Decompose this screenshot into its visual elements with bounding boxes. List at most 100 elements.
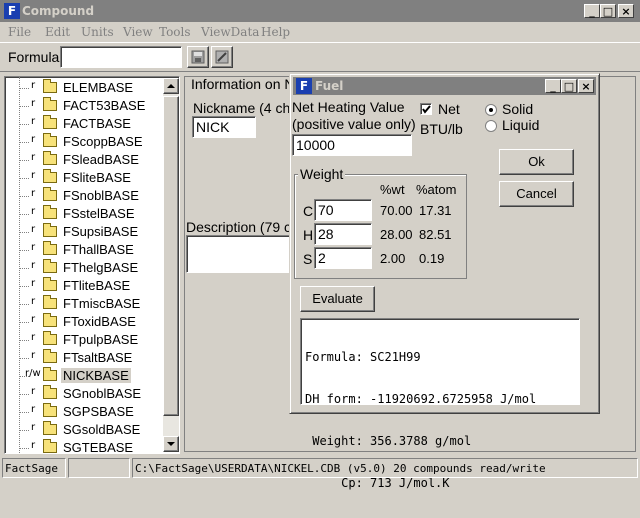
tree-connector bbox=[19, 124, 29, 125]
tree-connector bbox=[19, 268, 29, 269]
tree-item[interactable]: r FACTBASE bbox=[5, 115, 165, 133]
element-h-atom: 82.51 bbox=[419, 227, 452, 242]
tree-item[interactable]: r FScoppBASE bbox=[5, 133, 165, 151]
menu-edit[interactable]: Edit bbox=[45, 25, 70, 39]
dialog-minimize-button[interactable]: _ bbox=[545, 79, 561, 93]
status-path: C:\FactSage\USERDATA\NICKEL.CDB (v5.0) 2… bbox=[132, 458, 638, 478]
element-s-atom: 0.19 bbox=[419, 251, 445, 266]
menu-tools[interactable]: Tools bbox=[159, 25, 191, 39]
folder-icon bbox=[43, 313, 57, 327]
tree-item-label: FSleadBASE bbox=[63, 152, 139, 167]
element-h-input[interactable]: 28 bbox=[314, 223, 372, 245]
tree-connector bbox=[19, 358, 29, 359]
menu-units[interactable]: Units bbox=[81, 25, 114, 39]
tree-item[interactable]: r FACT53BASE bbox=[5, 97, 165, 115]
access-flag: r bbox=[31, 134, 36, 145]
folder-icon bbox=[43, 403, 57, 417]
minimize-button[interactable]: _ bbox=[584, 4, 600, 18]
unit-label: BTU/lb bbox=[420, 121, 463, 137]
net-checkbox[interactable] bbox=[420, 103, 432, 115]
tree-connector bbox=[19, 214, 29, 215]
menu-view[interactable]: View bbox=[123, 25, 153, 39]
access-flag: r bbox=[31, 386, 36, 397]
folder-icon bbox=[43, 115, 57, 129]
tree-item[interactable]: r SGsoldBASE bbox=[5, 421, 165, 439]
result-line: Weight: 356.3788 g/mol bbox=[305, 434, 472, 448]
folder-icon bbox=[43, 439, 57, 453]
access-flag: r/w bbox=[25, 368, 41, 379]
tree-item[interactable]: r/w NICKBASE bbox=[5, 367, 165, 385]
tree-item[interactable]: r FSleadBASE bbox=[5, 151, 165, 169]
access-flag: r bbox=[31, 314, 36, 325]
liquid-label: Liquid bbox=[502, 117, 540, 133]
tree-item[interactable]: r SGTEBASE bbox=[5, 439, 165, 453]
edit-button[interactable] bbox=[211, 46, 233, 68]
tree-item[interactable]: r FSstelBASE bbox=[5, 205, 165, 223]
status-bar: FactSage 6 C:\FactSage\USERDATA\NICKEL.C… bbox=[0, 456, 640, 480]
heating-value-label: Net Heating Value bbox=[292, 99, 405, 115]
folder-icon bbox=[43, 97, 57, 111]
dialog-maximize-button[interactable]: □ bbox=[561, 79, 577, 93]
formula-input[interactable] bbox=[60, 46, 182, 68]
description-label: Description (79 c bbox=[186, 219, 292, 235]
tree-item[interactable]: r FToxidBASE bbox=[5, 313, 165, 331]
menu-file[interactable]: File bbox=[8, 25, 31, 39]
tree-item-label: SGsoldBASE bbox=[63, 422, 141, 437]
evaluate-button[interactable]: Evaluate bbox=[300, 286, 375, 312]
tree-item-label: FTpulpBASE bbox=[63, 332, 139, 347]
tree-item[interactable]: r FSliteBASE bbox=[5, 169, 165, 187]
app-icon: F bbox=[4, 3, 20, 19]
menu-viewdata[interactable]: ViewData bbox=[201, 25, 259, 39]
folder-icon bbox=[43, 169, 57, 183]
formula-label: Formula bbox=[8, 49, 60, 65]
dialog-close-button[interactable]: × bbox=[578, 79, 594, 93]
access-flag: r bbox=[31, 440, 36, 451]
access-flag: r bbox=[31, 404, 36, 415]
tree-item[interactable]: r FThelgBASE bbox=[5, 259, 165, 277]
tree-connector bbox=[19, 160, 29, 161]
tree-item[interactable]: r SGPSBASE bbox=[5, 403, 165, 421]
weight-group-label: Weight bbox=[298, 166, 346, 182]
tree-item[interactable]: r FTpulpBASE bbox=[5, 331, 165, 349]
access-flag: r bbox=[31, 170, 36, 181]
tree-item[interactable]: r FTmiscBASE bbox=[5, 295, 165, 313]
liquid-radio[interactable] bbox=[485, 120, 497, 132]
element-s-input[interactable]: 2 bbox=[314, 247, 372, 269]
element-h-wt: 28.00 bbox=[380, 227, 413, 242]
tree-scrollbar[interactable] bbox=[163, 78, 179, 452]
heating-value-input[interactable]: 10000 bbox=[292, 134, 412, 156]
solid-radio[interactable] bbox=[485, 104, 497, 116]
tree-item[interactable]: r SGnoblBASE bbox=[5, 385, 165, 403]
cancel-button[interactable]: Cancel bbox=[499, 181, 574, 207]
tree-item[interactable]: r FSnoblBASE bbox=[5, 187, 165, 205]
folder-icon bbox=[43, 295, 57, 309]
checkmark-icon bbox=[422, 105, 431, 114]
close-button[interactable]: × bbox=[618, 4, 634, 18]
menu-help[interactable]: Help bbox=[261, 25, 290, 39]
folder-icon bbox=[43, 259, 57, 273]
dialog-app-icon: F bbox=[296, 78, 312, 94]
tree-item-label: FSupsiBASE bbox=[63, 224, 139, 239]
tree-item[interactable]: r FTsaltBASE bbox=[5, 349, 165, 367]
window-title: Compound bbox=[22, 4, 95, 18]
scroll-up-button[interactable] bbox=[163, 78, 179, 94]
ok-button[interactable]: Ok bbox=[499, 149, 574, 175]
element-c-input[interactable]: 70 bbox=[314, 199, 372, 221]
tree-item-label: FACTBASE bbox=[63, 116, 131, 131]
tree-item[interactable]: r FTliteBASE bbox=[5, 277, 165, 295]
nickname-input[interactable]: NICK bbox=[192, 116, 256, 138]
folder-icon bbox=[43, 331, 57, 345]
scroll-thumb[interactable] bbox=[163, 96, 179, 416]
tree-item[interactable]: r FSupsiBASE bbox=[5, 223, 165, 241]
tree-item[interactable]: r ELEMBASE bbox=[5, 79, 165, 97]
tree-item[interactable]: r FThallBASE bbox=[5, 241, 165, 259]
scroll-down-button[interactable] bbox=[163, 436, 179, 452]
description-input[interactable] bbox=[186, 235, 290, 273]
result-textarea[interactable]: Formula: SC21H99 DH form: -11920692.6725… bbox=[300, 318, 580, 490]
access-flag: r bbox=[31, 278, 36, 289]
access-flag: r bbox=[31, 350, 36, 361]
wt-column-header: %wt bbox=[380, 182, 405, 197]
fuel-dialog: F Fuel _ □ × Net Heating Value (positive… bbox=[289, 73, 600, 490]
maximize-button[interactable]: □ bbox=[600, 4, 616, 18]
save-button[interactable] bbox=[187, 46, 209, 68]
